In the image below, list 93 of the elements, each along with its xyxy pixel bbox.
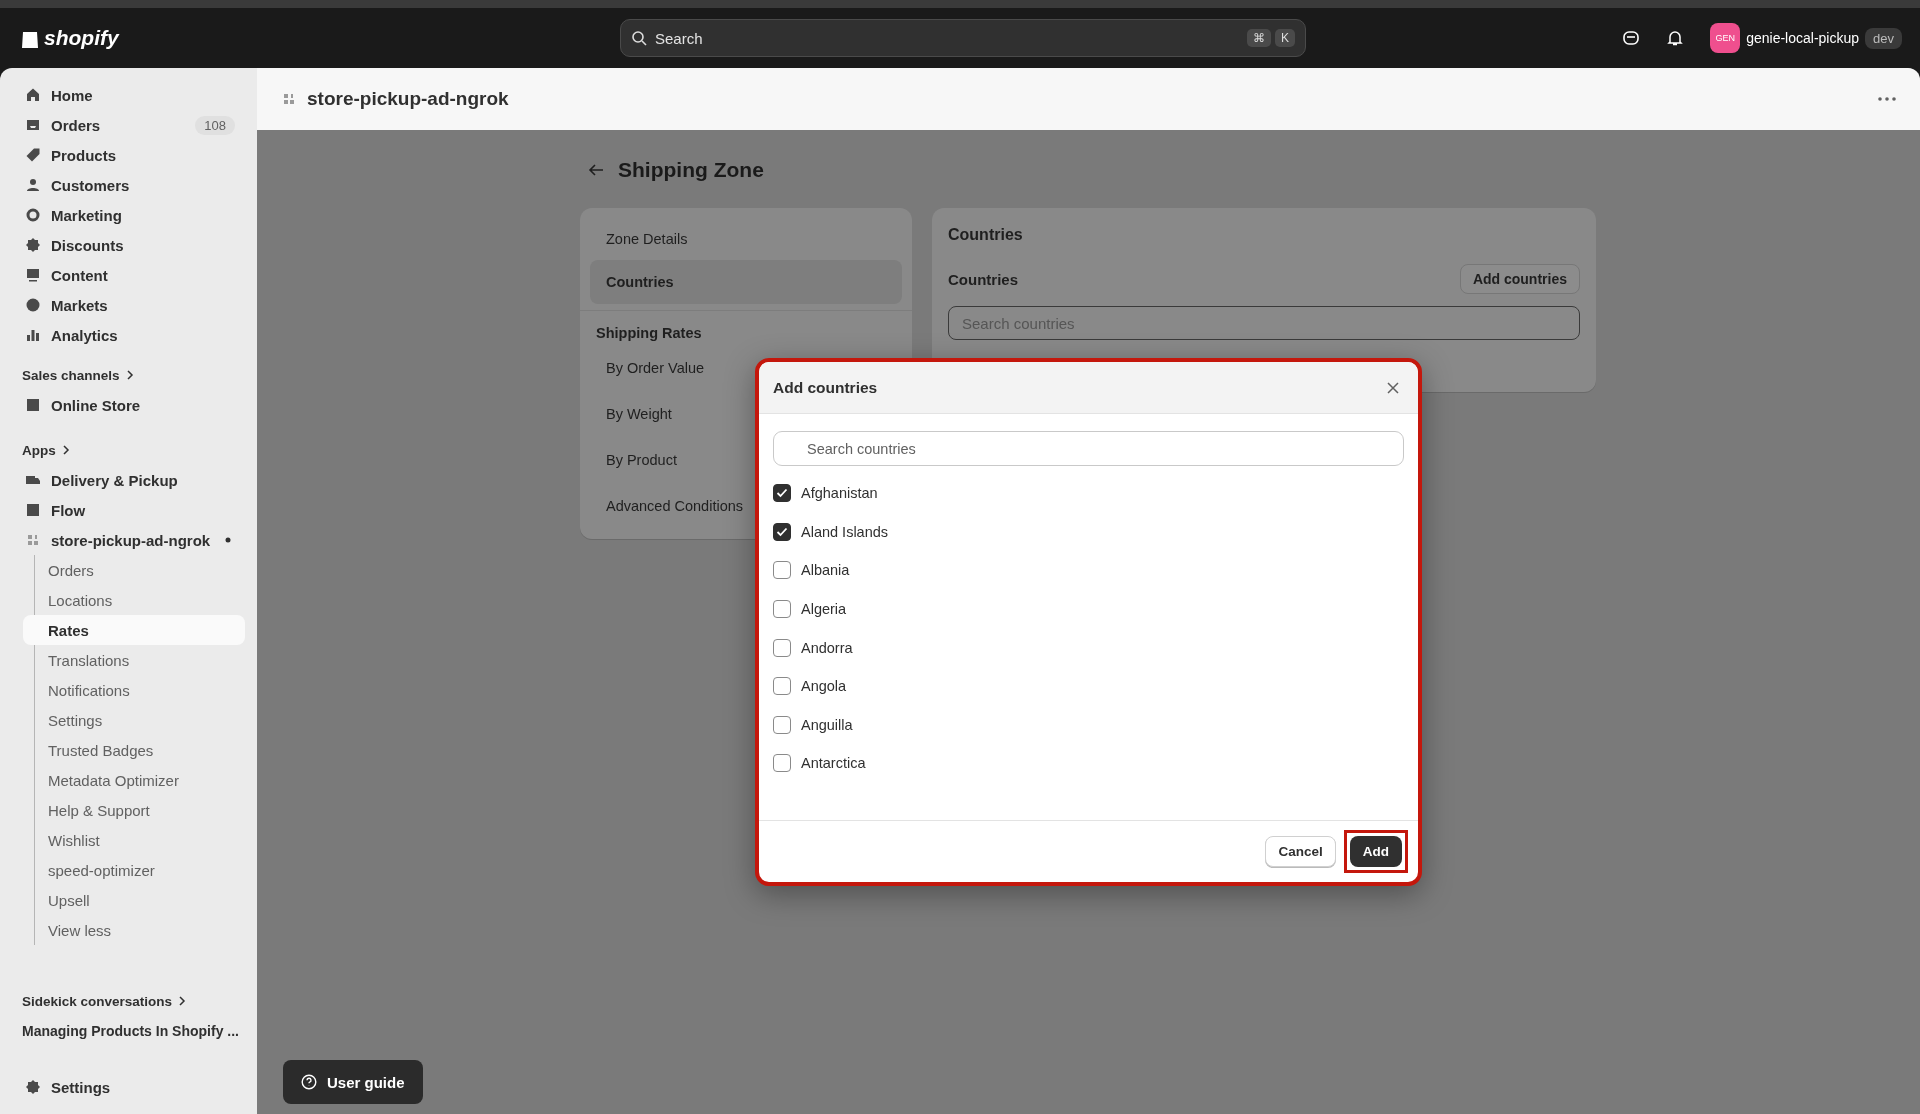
sidebar-item[interactable]: Customers bbox=[12, 170, 245, 200]
sidebar-item[interactable]: Products bbox=[12, 140, 245, 170]
tag-icon bbox=[25, 147, 41, 163]
shortcut-key: ⌘ bbox=[1247, 29, 1271, 47]
store-menu[interactable]: GEN genie-local-pickup dev bbox=[1710, 23, 1902, 53]
card-title: Countries bbox=[948, 226, 1024, 244]
sidekick-icon[interactable] bbox=[1622, 29, 1641, 47]
zone-heading: Shipping Zone bbox=[618, 158, 764, 182]
cancel-button[interactable]: Cancel bbox=[1265, 836, 1336, 867]
settings-item[interactable]: Settings bbox=[12, 1072, 245, 1102]
close-icon bbox=[1386, 380, 1400, 395]
country-name: Andorra bbox=[801, 639, 853, 656]
chevron-icon bbox=[178, 996, 187, 1006]
country-name: Anguilla bbox=[801, 716, 853, 733]
search-placeholder: Search bbox=[655, 29, 703, 47]
card-subtitle: Countries bbox=[948, 270, 1018, 288]
sidebar-subitem[interactable]: Wishlist bbox=[23, 825, 245, 855]
search-icon bbox=[631, 30, 647, 46]
country-name: Afghanistan bbox=[801, 485, 878, 502]
sidebar-item[interactable]: Online Store bbox=[12, 390, 245, 420]
sidebar-subitem[interactable]: Trusted Badges bbox=[23, 735, 245, 765]
add-countries-button[interactable]: Add countries bbox=[1459, 264, 1580, 294]
sidebar-item[interactable]: Orders 108 bbox=[12, 110, 245, 140]
sidebar-item[interactable]: store-pickup-ad-ngrok bbox=[12, 525, 245, 555]
country-name: Aland Islands bbox=[801, 523, 889, 540]
checkbox[interactable] bbox=[773, 484, 791, 503]
checkbox[interactable] bbox=[773, 638, 791, 657]
checkbox[interactable] bbox=[773, 677, 791, 696]
add-button[interactable]: Add bbox=[1349, 836, 1402, 867]
home-icon bbox=[25, 87, 41, 103]
sidebar-item[interactable]: Analytics bbox=[12, 320, 245, 350]
sidebar-subitem[interactable]: Settings bbox=[23, 705, 245, 735]
store-avatar: GEN bbox=[1710, 23, 1741, 53]
page-title: store-pickup-ad-ngrok bbox=[307, 88, 509, 110]
sidebar-subitem[interactable]: Metadata Optimizer bbox=[23, 765, 245, 795]
help-icon bbox=[301, 1074, 317, 1090]
section-heading[interactable]: Sidekick conversations bbox=[12, 986, 245, 1016]
store-name: genie-local-pickup bbox=[1746, 30, 1860, 46]
sidebar-subitem[interactable]: Rates bbox=[23, 615, 245, 645]
sidebar-subitem[interactable]: Locations bbox=[23, 585, 245, 615]
app-icon bbox=[25, 532, 41, 548]
search-field[interactable]: Search ⌘ K bbox=[620, 19, 1306, 57]
sidebar-subitem[interactable]: Upsell bbox=[23, 885, 245, 915]
sidebar-item[interactable]: Discounts bbox=[12, 230, 245, 260]
country-name: Albania bbox=[801, 562, 850, 579]
badge-icon bbox=[25, 237, 41, 253]
nav-item[interactable]: Zone Details bbox=[590, 218, 902, 260]
sidebar-subitem[interactable]: Notifications bbox=[23, 675, 245, 705]
person-icon bbox=[25, 177, 41, 193]
order-count: 108 bbox=[195, 115, 235, 135]
chevron-icon bbox=[125, 370, 134, 380]
sidebar-item[interactable]: Marketing bbox=[12, 200, 245, 230]
target-icon bbox=[25, 207, 41, 223]
checkbox[interactable] bbox=[773, 715, 791, 734]
settings-icon bbox=[25, 1079, 41, 1095]
checkbox[interactable] bbox=[773, 600, 791, 619]
app-icon bbox=[281, 91, 297, 107]
dialog-title: Add countries bbox=[773, 378, 878, 397]
user-guide-button[interactable]: User guide bbox=[283, 1060, 423, 1104]
chevron-icon bbox=[61, 445, 70, 455]
shopify-logo[interactable]: shopify bbox=[20, 26, 620, 50]
country-name: Angola bbox=[801, 678, 847, 695]
country-name: Algeria bbox=[801, 601, 847, 618]
bell-icon[interactable] bbox=[1666, 29, 1685, 47]
nav-section-title: Shipping Rates bbox=[580, 310, 912, 345]
nav-item[interactable]: Countries bbox=[590, 260, 902, 304]
sidebar-item[interactable]: Flow bbox=[12, 495, 245, 525]
more-icon[interactable] bbox=[1878, 97, 1896, 101]
checkbox[interactable] bbox=[773, 754, 791, 773]
sidebar-item[interactable]: Home bbox=[12, 80, 245, 110]
sidebar-subitem[interactable]: Translations bbox=[23, 645, 245, 675]
dot-icon bbox=[225, 537, 231, 543]
image-icon bbox=[25, 267, 41, 283]
section-heading[interactable]: Apps bbox=[12, 435, 245, 465]
conversation-link[interactable]: Managing Products In Shopify ... bbox=[12, 1016, 239, 1046]
chart-icon bbox=[25, 327, 41, 343]
sidebar-subitem[interactable]: Orders bbox=[23, 555, 245, 585]
checkbox[interactable] bbox=[773, 522, 791, 541]
sidebar-subitem[interactable]: Help & Support bbox=[23, 795, 245, 825]
sidebar-subitem[interactable]: speed-optimizer bbox=[23, 855, 245, 885]
sidebar-item[interactable]: Delivery & Pickup bbox=[12, 465, 245, 495]
checkbox[interactable] bbox=[773, 561, 791, 580]
sidebar-subitem[interactable]: View less bbox=[23, 915, 245, 945]
section-heading[interactable]: Sales channels bbox=[12, 360, 245, 390]
check-icon bbox=[776, 488, 788, 499]
inbox-icon bbox=[25, 117, 41, 133]
dev-tag: dev bbox=[1865, 27, 1902, 49]
back-arrow-icon[interactable] bbox=[588, 163, 604, 177]
check-icon bbox=[776, 526, 788, 537]
country-name: Antarctica bbox=[801, 755, 866, 772]
sidebar-item[interactable]: Content bbox=[12, 260, 245, 290]
sidebar-item[interactable]: Markets bbox=[12, 290, 245, 320]
shortcut-key: K bbox=[1275, 29, 1295, 47]
